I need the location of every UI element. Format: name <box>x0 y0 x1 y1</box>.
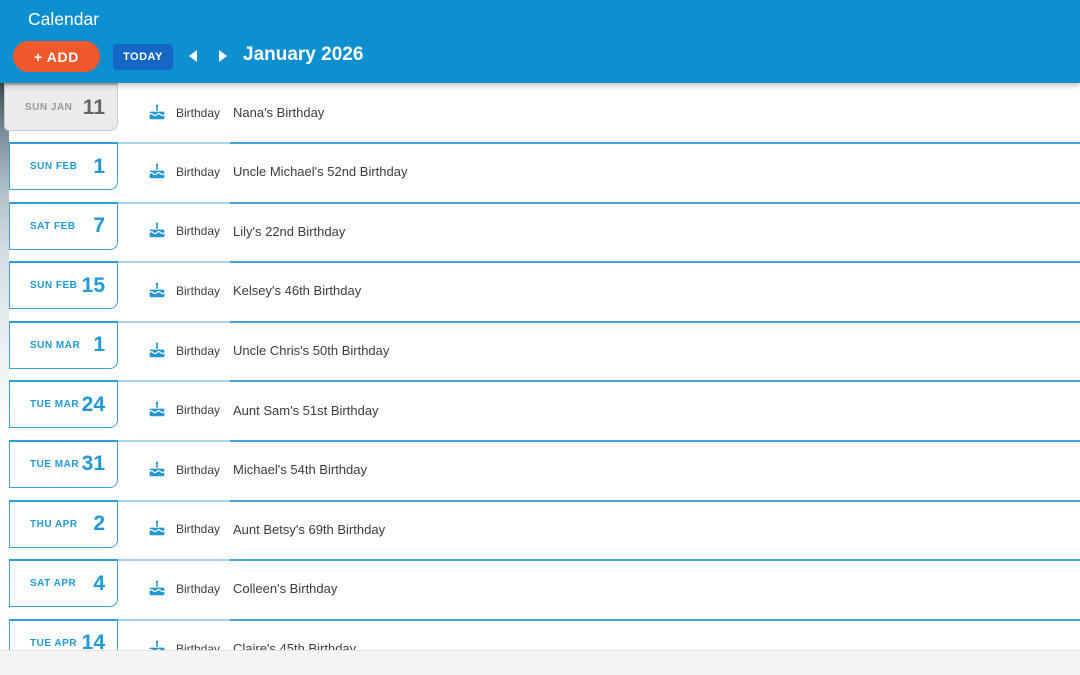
date-badge[interactable]: THU APR 2 <box>9 500 118 548</box>
event-title: Uncle Chris's 50th Birthday <box>233 321 389 381</box>
event-list: SUN JAN 11 Birthday Nana's Birthday SUN … <box>9 83 1080 675</box>
birthday-cake-icon <box>148 321 166 381</box>
date-weekday-month: SUN FEB <box>30 280 77 291</box>
date-weekday-month: TUE MAR <box>30 459 79 470</box>
date-badge[interactable]: TUE MAR 31 <box>9 440 118 488</box>
date-day-number: 1 <box>93 155 105 179</box>
event-category-label: Birthday <box>176 440 220 500</box>
date-day-number: 15 <box>82 274 105 298</box>
date-day-number: 24 <box>82 393 105 417</box>
event-title: Aunt Betsy's 69th Birthday <box>233 500 385 560</box>
date-badge[interactable]: SUN MAR 1 <box>9 321 118 369</box>
event-title: Aunt Sam's 51st Birthday <box>233 380 379 440</box>
date-badge[interactable]: SUN JAN 11 <box>4 83 118 131</box>
row-divider <box>9 500 1080 502</box>
birthday-cake-icon <box>148 440 166 500</box>
event-row[interactable]: SAT APR 4 Birthday Colleen's Birthday <box>9 559 1080 619</box>
event-row[interactable]: SUN JAN 11 Birthday Nana's Birthday <box>9 83 1080 142</box>
birthday-cake-icon <box>148 261 166 321</box>
birthday-cake-icon <box>148 202 166 262</box>
date-badge[interactable]: SAT APR 4 <box>9 559 118 607</box>
event-category-label: Birthday <box>176 202 220 262</box>
date-badge[interactable]: SAT FEB 7 <box>9 202 118 250</box>
event-row[interactable]: TUE MAR 31 Birthday Michael's 54th Birth… <box>9 440 1080 500</box>
date-weekday-month: THU APR <box>30 519 78 530</box>
event-title: Uncle Michael's 52nd Birthday <box>233 142 407 202</box>
date-weekday-month: SUN JAN <box>25 102 72 113</box>
page-title: Calendar <box>28 9 99 30</box>
date-day-number: 7 <box>93 214 105 238</box>
row-divider <box>9 559 1080 561</box>
today-button[interactable]: TODAY <box>113 44 173 70</box>
chevron-left-icon <box>187 49 198 66</box>
date-weekday-month: SAT FEB <box>30 221 76 232</box>
event-title: Michael's 54th Birthday <box>233 440 367 500</box>
event-category-label: Birthday <box>176 559 220 619</box>
event-title: Nana's Birthday <box>233 83 324 142</box>
date-day-number: 2 <box>93 512 105 536</box>
row-divider <box>9 380 1080 382</box>
event-category-label: Birthday <box>176 380 220 440</box>
date-day-number: 1 <box>93 333 105 357</box>
date-badge[interactable]: SUN FEB 15 <box>9 261 118 309</box>
event-title: Colleen's Birthday <box>233 559 337 619</box>
event-row[interactable]: SAT FEB 7 Birthday Lily's 22nd Birthday <box>9 202 1080 262</box>
row-divider <box>9 261 1080 263</box>
chevron-right-icon <box>218 49 229 66</box>
event-row[interactable]: SUN FEB 1 Birthday Uncle Michael's 52nd … <box>9 142 1080 202</box>
birthday-cake-icon <box>148 559 166 619</box>
event-category-label: Birthday <box>176 261 220 321</box>
event-row[interactable]: TUE MAR 24 Birthday Aunt Sam's 51st Birt… <box>9 380 1080 440</box>
event-category-label: Birthday <box>176 83 220 142</box>
birthday-cake-icon <box>148 500 166 560</box>
row-divider <box>9 440 1080 442</box>
date-weekday-month: SAT APR <box>30 578 76 589</box>
date-day-number: 4 <box>93 572 105 596</box>
event-category-label: Birthday <box>176 142 220 202</box>
row-divider <box>9 619 1080 621</box>
date-weekday-month: TUE APR <box>30 638 77 649</box>
calendar-app-window: Calendar + ADD TODAY January 2026 SUN JA… <box>0 0 1080 675</box>
date-weekday-month: SUN FEB <box>30 161 77 172</box>
birthday-cake-icon <box>148 142 166 202</box>
date-day-number: 11 <box>83 96 105 120</box>
date-weekday-month: SUN MAR <box>30 340 80 351</box>
date-day-number: 31 <box>82 452 105 476</box>
month-title: January 2026 <box>243 44 363 66</box>
event-title: Kelsey's 46th Birthday <box>233 261 361 321</box>
event-row[interactable]: THU APR 2 Birthday Aunt Betsy's 69th Bir… <box>9 500 1080 560</box>
row-divider <box>9 321 1080 323</box>
date-weekday-month: TUE MAR <box>30 399 79 410</box>
row-divider <box>9 202 1080 204</box>
event-row[interactable]: SUN MAR 1 Birthday Uncle Chris's 50th Bi… <box>9 321 1080 381</box>
date-badge[interactable]: TUE MAR 24 <box>9 380 118 428</box>
next-month-button[interactable] <box>211 45 235 69</box>
calendar-header: Calendar + ADD TODAY January 2026 <box>0 0 1080 83</box>
bottom-bar <box>0 650 1080 675</box>
add-event-button[interactable]: + ADD <box>13 41 100 72</box>
previous-month-button[interactable] <box>180 45 204 69</box>
event-category-label: Birthday <box>176 500 220 560</box>
birthday-cake-icon <box>148 83 166 142</box>
event-row[interactable]: SUN FEB 15 Birthday Kelsey's 46th Birthd… <box>9 261 1080 321</box>
event-category-label: Birthday <box>176 321 220 381</box>
event-title: Lily's 22nd Birthday <box>233 202 345 262</box>
date-badge[interactable]: SUN FEB 1 <box>9 142 118 190</box>
birthday-cake-icon <box>148 380 166 440</box>
row-divider <box>9 142 1080 144</box>
